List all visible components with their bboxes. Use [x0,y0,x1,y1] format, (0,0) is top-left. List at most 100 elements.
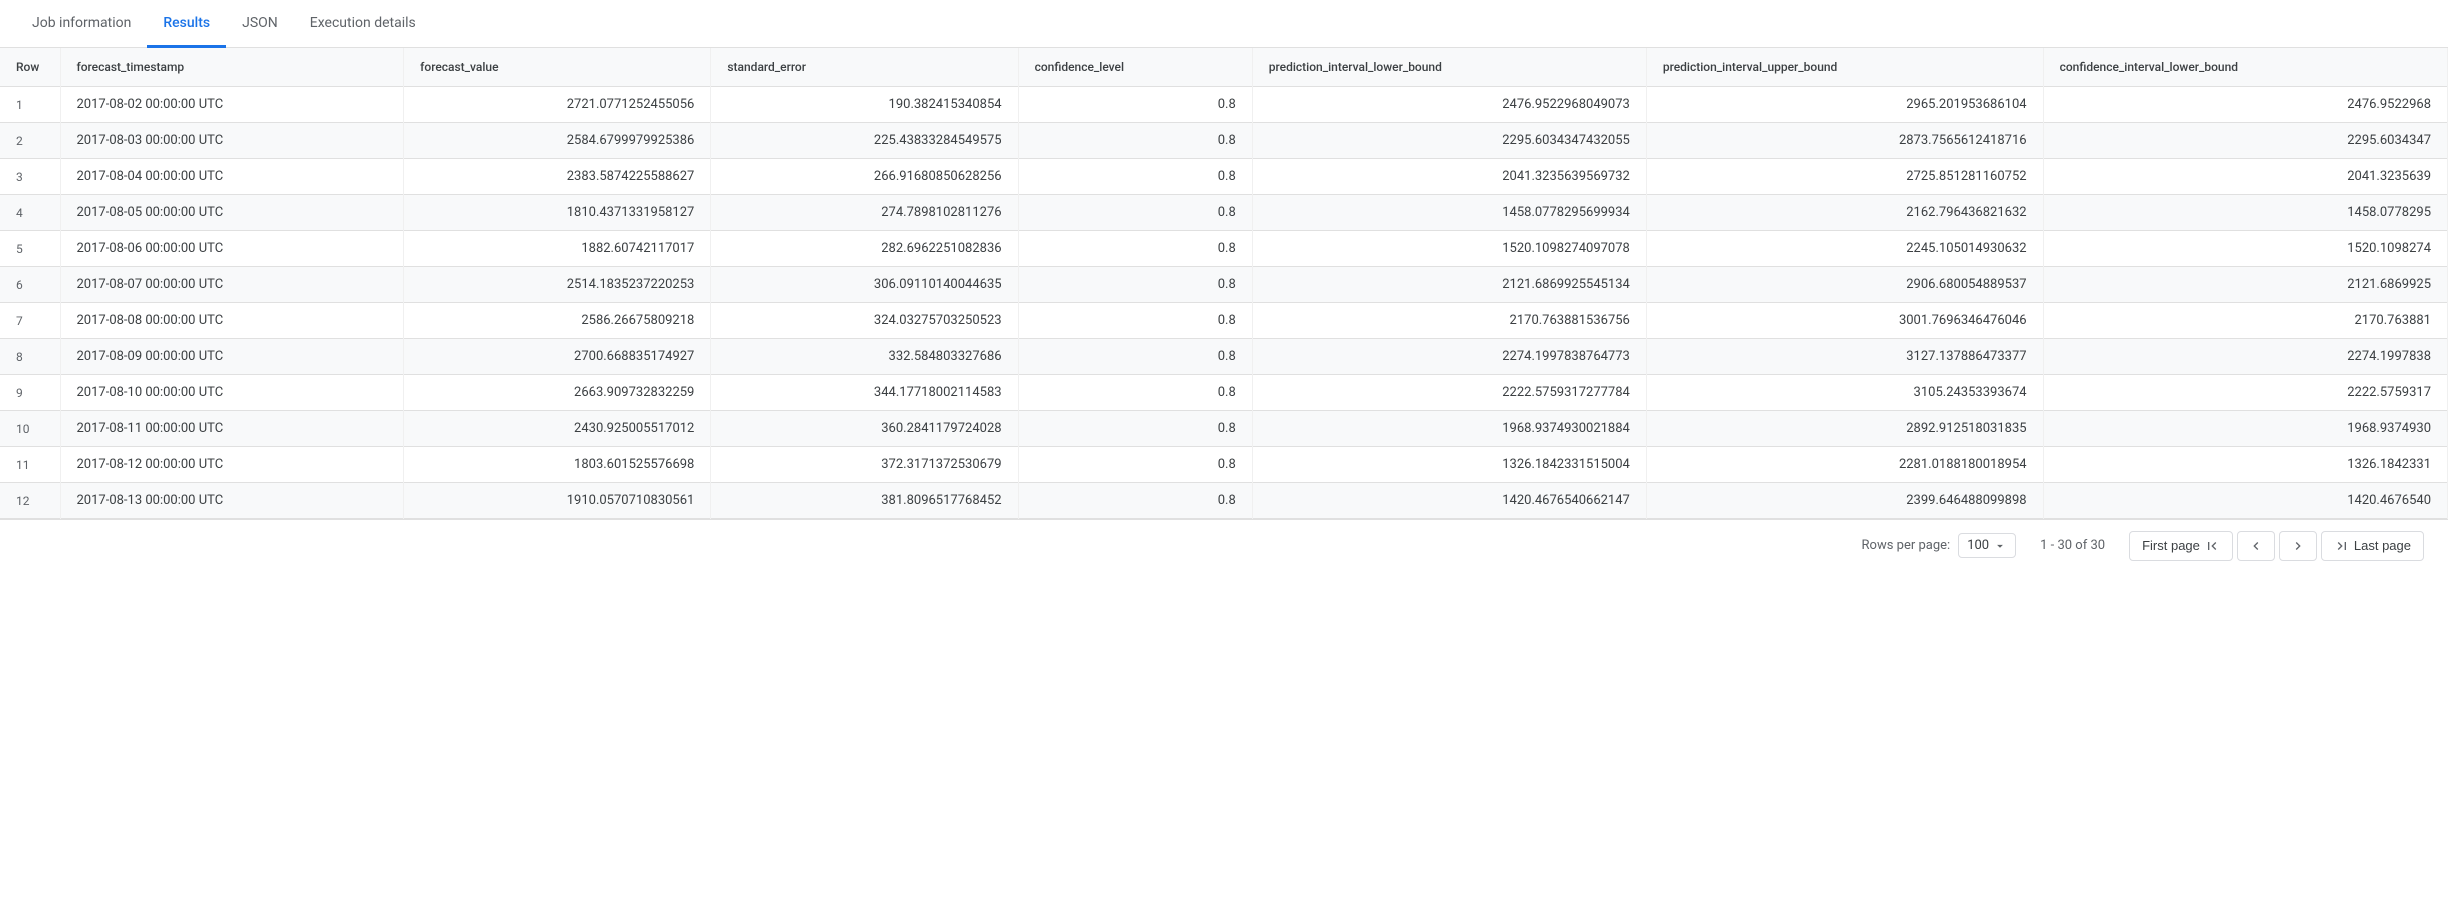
tab-execution-details-label: Execution details [310,15,416,31]
tab-json-label: JSON [242,15,278,31]
table-cell: 4 [0,195,60,231]
col-forecast-timestamp: forecast_timestamp [60,48,404,87]
page-info: 1 - 30 of 30 [2040,538,2105,553]
table-row: 52017-08-06 00:00:00 UTC1882.60742117017… [0,231,2448,267]
col-confidence-lower: confidence_interval_lower_bound [2043,48,2447,87]
table-cell: 2041.3235639 [2043,159,2447,195]
last-page-icon [2334,538,2350,554]
table-cell: 2017-08-03 00:00:00 UTC [60,123,404,159]
table-cell: 11 [0,447,60,483]
table-cell: 360.2841179724028 [711,411,1018,447]
rows-per-page-select[interactable]: 100 [1958,533,2016,558]
table-cell: 0.8 [1018,195,1252,231]
table-cell: 2892.912518031835 [1646,411,2043,447]
table-cell: 2721.0771252455056 [404,87,711,123]
table-cell: 0.8 [1018,375,1252,411]
table-cell: 2700.668835174927 [404,339,711,375]
table-cell: 190.382415340854 [711,87,1018,123]
table-cell: 0.8 [1018,447,1252,483]
table-cell: 2121.6869925545134 [1252,267,1646,303]
table-cell: 0.8 [1018,411,1252,447]
table-cell: 2017-08-13 00:00:00 UTC [60,483,404,519]
table-cell: 2 [0,123,60,159]
col-row: Row [0,48,60,87]
col-prediction-lower: prediction_interval_lower_bound [1252,48,1646,87]
table-cell: 2873.7565612418716 [1646,123,2043,159]
table-row: 62017-08-07 00:00:00 UTC2514.18352372202… [0,267,2448,303]
table-cell: 0.8 [1018,159,1252,195]
table-cell: 266.91680850628256 [711,159,1018,195]
table-cell: 1882.60742117017 [404,231,711,267]
tab-execution-details[interactable]: Execution details [294,0,432,48]
table-cell: 2281.0188180018954 [1646,447,2043,483]
col-standard-error: standard_error [711,48,1018,87]
table-cell: 225.43833284549575 [711,123,1018,159]
first-page-label: First page [2142,538,2200,553]
table-cell: 2017-08-02 00:00:00 UTC [60,87,404,123]
table-cell: 0.8 [1018,87,1252,123]
next-page-button[interactable] [2279,531,2317,561]
table-cell: 2295.6034347432055 [1252,123,1646,159]
table-cell: 2041.3235639569732 [1252,159,1646,195]
table-cell: 1326.1842331515004 [1252,447,1646,483]
table-cell: 2586.26675809218 [404,303,711,339]
table-cell: 2170.763881536756 [1252,303,1646,339]
table-cell: 372.3171372530679 [711,447,1018,483]
tab-results[interactable]: Results [147,0,226,48]
table-cell: 2663.909732832259 [404,375,711,411]
table-cell: 2017-08-12 00:00:00 UTC [60,447,404,483]
prev-icon [2248,538,2264,554]
table-cell: 2170.763881 [2043,303,2447,339]
first-page-button[interactable]: First page [2129,531,2233,561]
table-cell: 1968.9374930021884 [1252,411,1646,447]
table-cell: 12 [0,483,60,519]
table-cell: 1910.0570710830561 [404,483,711,519]
table-cell: 306.09110140044635 [711,267,1018,303]
table-row: 12017-08-02 00:00:00 UTC2721.07712524550… [0,87,2448,123]
table-cell: 282.6962251082836 [711,231,1018,267]
table-cell: 0.8 [1018,303,1252,339]
table-cell: 2017-08-09 00:00:00 UTC [60,339,404,375]
table-cell: 2222.5759317 [2043,375,2447,411]
table-cell: 2017-08-04 00:00:00 UTC [60,159,404,195]
table-cell: 2017-08-10 00:00:00 UTC [60,375,404,411]
table-cell: 3127.137886473377 [1646,339,2043,375]
table-cell: 332.584803327686 [711,339,1018,375]
tab-job-information[interactable]: Job information [16,0,147,48]
table-cell: 2584.6799979925386 [404,123,711,159]
table-cell: 2017-08-07 00:00:00 UTC [60,267,404,303]
table-cell: 1420.4676540 [2043,483,2447,519]
table-cell: 1520.1098274097078 [1252,231,1646,267]
table-cell: 2430.925005517012 [404,411,711,447]
table-cell: 0.8 [1018,483,1252,519]
table-cell: 1458.0778295699934 [1252,195,1646,231]
tab-json[interactable]: JSON [226,0,294,48]
rows-per-page-label: Rows per page: [1862,538,1951,553]
tab-job-information-label: Job information [32,15,131,31]
table-cell: 6 [0,267,60,303]
table-cell: 2514.1835237220253 [404,267,711,303]
pagination-bar: Rows per page: 100 1 - 30 of 30 First pa… [0,519,2448,571]
table-cell: 0.8 [1018,267,1252,303]
table-row: 32017-08-04 00:00:00 UTC2383.58742255886… [0,159,2448,195]
table-cell: 2274.1997838 [2043,339,2447,375]
table-cell: 324.03275703250523 [711,303,1018,339]
table-row: 112017-08-12 00:00:00 UTC1803.6015255766… [0,447,2448,483]
table-cell: 381.8096517768452 [711,483,1018,519]
last-page-button[interactable]: Last page [2321,531,2424,561]
table-cell: 3105.24353393674 [1646,375,2043,411]
next-icon [2290,538,2306,554]
table-cell: 1968.9374930 [2043,411,2447,447]
table-cell: 274.7898102811276 [711,195,1018,231]
prev-page-button[interactable] [2237,531,2275,561]
tab-results-label: Results [163,15,210,31]
chevron-down-icon [1993,539,2007,553]
table-cell: 1810.4371331958127 [404,195,711,231]
table-cell: 2222.5759317277784 [1252,375,1646,411]
table-cell: 5 [0,231,60,267]
table-cell: 8 [0,339,60,375]
table-cell: 10 [0,411,60,447]
table-cell: 3001.7696346476046 [1646,303,2043,339]
table-cell: 344.17718002114583 [711,375,1018,411]
table-cell: 2017-08-05 00:00:00 UTC [60,195,404,231]
